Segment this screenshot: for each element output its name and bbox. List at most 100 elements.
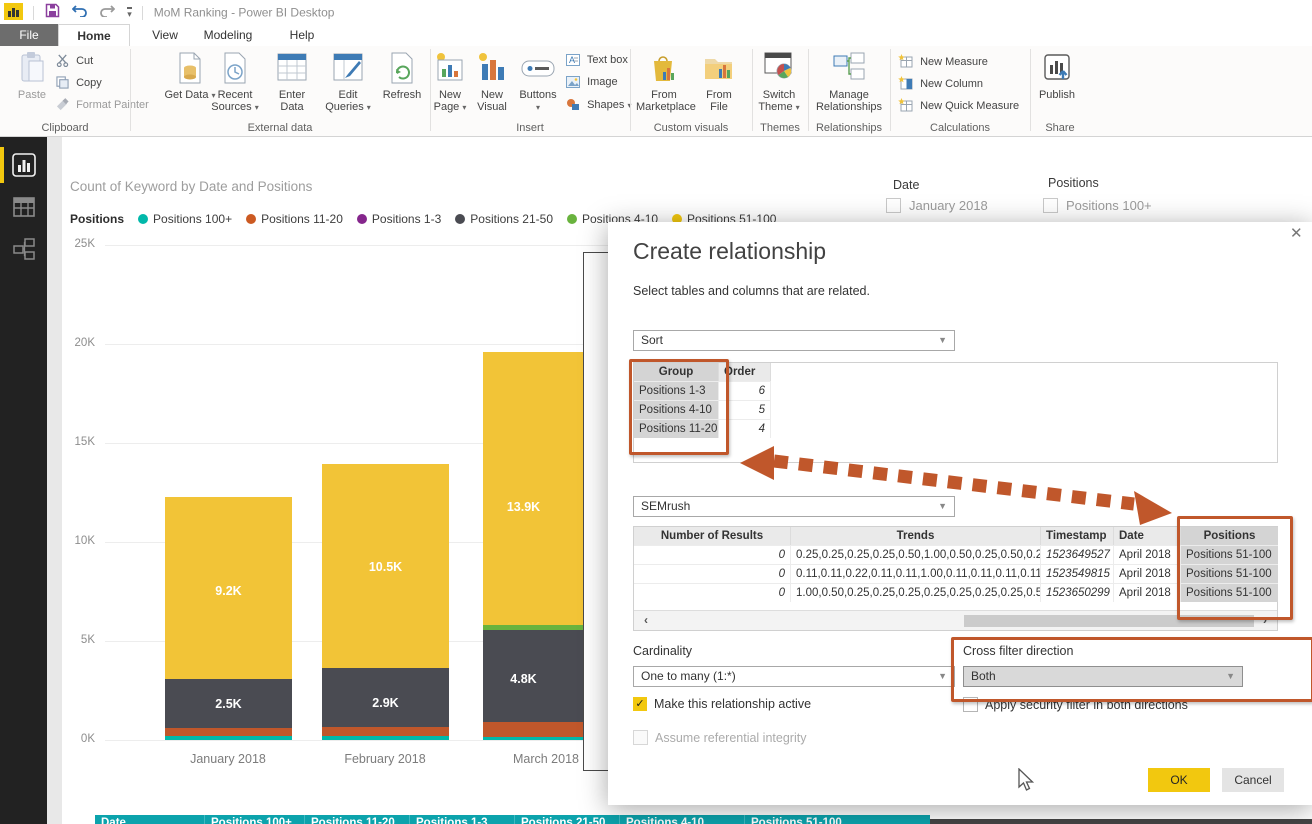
refresh-button[interactable]: Refresh bbox=[378, 50, 426, 101]
tab-help[interactable]: Help bbox=[280, 24, 324, 46]
copy-button[interactable]: Copy bbox=[56, 76, 102, 96]
checkbox-january-2018[interactable] bbox=[886, 198, 901, 213]
manage-relationships-button[interactable]: Manage Relationships bbox=[814, 50, 884, 113]
y-axis-tick: 10K bbox=[55, 535, 95, 547]
paste-button[interactable]: Paste bbox=[4, 50, 60, 101]
legend-title: Positions bbox=[70, 212, 124, 226]
paintbrush-icon bbox=[56, 98, 69, 111]
y-axis-tick: 0K bbox=[55, 733, 95, 745]
new-page-icon bbox=[430, 52, 470, 86]
titlebar-separator bbox=[33, 6, 34, 20]
legend-item[interactable]: Positions 100+ bbox=[138, 212, 232, 226]
enter-data-button[interactable]: Enter Data bbox=[270, 50, 314, 113]
recent-sources-icon bbox=[204, 52, 266, 86]
slicer-positions-item[interactable]: Positions 100+ bbox=[1043, 198, 1152, 213]
slicer-date-item[interactable]: January 2018 bbox=[886, 198, 988, 213]
text-box-button[interactable]: A Text box bbox=[566, 54, 628, 74]
ribbon: Paste Cut Copy Format Painter Clipboard bbox=[0, 46, 1312, 137]
highlight-box-cross-filter bbox=[951, 637, 1312, 702]
cardinality-dropdown[interactable]: One to many (1:*)▼ bbox=[633, 666, 955, 687]
y-axis-tick: 5K bbox=[55, 634, 95, 646]
cancel-button[interactable]: Cancel bbox=[1222, 768, 1284, 792]
titlebar-separator bbox=[142, 6, 143, 20]
legend-item[interactable]: Positions 11-20 bbox=[246, 212, 343, 226]
scroll-left-icon[interactable]: ‹ bbox=[644, 613, 648, 627]
table-row[interactable]: Positions 4-10 5 bbox=[634, 400, 1277, 419]
quick-access-toolbar-dropdown-icon[interactable]: ▾ bbox=[127, 7, 132, 18]
tab-home[interactable]: Home bbox=[58, 24, 130, 46]
bottom-table-header: Positions 11-20 bbox=[305, 815, 410, 824]
ribbon-tab-row: File Home View Modeling Help bbox=[0, 24, 1312, 46]
legend-item[interactable]: Positions 21-50 bbox=[455, 212, 553, 226]
view-sidebar bbox=[0, 137, 47, 824]
cardinality-label: Cardinality bbox=[633, 644, 692, 658]
image-button[interactable]: Image bbox=[566, 76, 618, 96]
new-column-button[interactable]: New Column bbox=[898, 76, 983, 96]
bottom-table-header: Positions 100+ bbox=[205, 815, 305, 824]
new-quick-measure-icon bbox=[898, 98, 913, 112]
tab-view[interactable]: View bbox=[140, 24, 190, 46]
from-marketplace-button[interactable]: From Marketplace bbox=[636, 50, 692, 113]
bar-jan-positions-11-20[interactable] bbox=[165, 728, 292, 736]
powerbi-desktop-window: ▾ MoM Ranking - Power BI Desktop File Ho… bbox=[0, 0, 1312, 824]
switch-theme-button[interactable]: Switch Theme ▾ bbox=[752, 50, 806, 113]
dialog-subtitle: Select tables and columns that are relat… bbox=[633, 284, 870, 298]
scissors-icon bbox=[56, 54, 69, 67]
theme-icon bbox=[752, 52, 806, 86]
table-row[interactable]: Positions 11-20 4 bbox=[634, 419, 1277, 438]
legend-dot-gray bbox=[455, 214, 465, 224]
column-header-trends[interactable]: Trends bbox=[791, 527, 1041, 545]
powerbi-logo-icon bbox=[4, 3, 23, 25]
from-file-button[interactable]: From File bbox=[696, 50, 742, 113]
second-table-dropdown[interactable]: SEMrush▼ bbox=[633, 496, 955, 517]
buttons-button[interactable]: Buttons ▾ bbox=[516, 50, 560, 113]
data-view-icon[interactable] bbox=[12, 195, 36, 219]
legend-item[interactable]: Positions 1-3 bbox=[357, 212, 441, 226]
new-quick-measure-button[interactable]: New Quick Measure bbox=[898, 98, 1019, 118]
report-view-icon[interactable] bbox=[12, 153, 36, 177]
undo-button[interactable] bbox=[72, 3, 88, 22]
close-icon[interactable]: ✕ bbox=[1290, 224, 1303, 242]
model-view-icon[interactable] bbox=[12, 237, 36, 261]
bar-jan-positions-100plus[interactable] bbox=[165, 736, 292, 740]
group-label-external-data: External data bbox=[130, 122, 430, 134]
chevron-down-icon: ▼ bbox=[938, 331, 947, 350]
bottom-table-header: Positions 4-10 bbox=[620, 815, 745, 824]
new-measure-icon bbox=[898, 54, 913, 68]
checkbox-checked-icon[interactable]: ✓ bbox=[633, 697, 647, 711]
group-label-insert: Insert bbox=[430, 122, 630, 134]
y-axis-tick: 25K bbox=[55, 238, 95, 250]
active-view-indicator bbox=[0, 147, 4, 183]
checkbox-disabled-icon bbox=[633, 730, 648, 745]
ok-button[interactable]: OK bbox=[1148, 768, 1210, 792]
cut-button[interactable]: Cut bbox=[56, 54, 93, 74]
tab-file[interactable]: File bbox=[0, 24, 58, 46]
bar-feb-positions-11-20[interactable] bbox=[322, 727, 449, 736]
column-header-timestamp[interactable]: Timestamp bbox=[1041, 527, 1114, 545]
y-axis-tick: 15K bbox=[55, 436, 95, 448]
checkbox-positions-100plus[interactable] bbox=[1043, 198, 1058, 213]
first-table-dropdown[interactable]: Sort▼ bbox=[633, 330, 955, 351]
column-header-number-of-results[interactable]: Number of Results bbox=[634, 527, 791, 545]
edit-queries-icon bbox=[322, 52, 374, 86]
column-header-date[interactable]: Date bbox=[1114, 527, 1181, 545]
edit-queries-button[interactable]: Edit Queries ▾ bbox=[322, 50, 374, 113]
highlight-box-positions-column bbox=[1177, 516, 1293, 620]
group-label-custom-visuals: Custom visuals bbox=[630, 122, 752, 134]
publish-button[interactable]: Publish bbox=[1032, 50, 1082, 101]
redo-button[interactable] bbox=[99, 3, 115, 22]
legend-dot-purple bbox=[357, 214, 367, 224]
svg-text:A: A bbox=[569, 55, 575, 65]
table-row[interactable]: Positions 1-3 6 bbox=[634, 381, 1277, 400]
new-measure-button[interactable]: New Measure bbox=[898, 54, 988, 74]
save-button[interactable] bbox=[45, 3, 60, 23]
recent-sources-button[interactable]: Recent Sources ▾ bbox=[204, 50, 266, 113]
new-visual-button[interactable]: New Visual bbox=[472, 50, 512, 113]
bottom-table-header: Date bbox=[95, 815, 205, 824]
make-relationship-active-option[interactable]: ✓ Make this relationship active bbox=[633, 697, 811, 711]
new-page-button[interactable]: New Page ▾ bbox=[430, 50, 470, 113]
bar-feb-positions-100plus[interactable] bbox=[322, 736, 449, 740]
new-visual-icon bbox=[472, 52, 512, 86]
tab-modeling[interactable]: Modeling bbox=[196, 24, 260, 46]
shapes-button[interactable]: Shapes ▾ bbox=[566, 98, 631, 118]
